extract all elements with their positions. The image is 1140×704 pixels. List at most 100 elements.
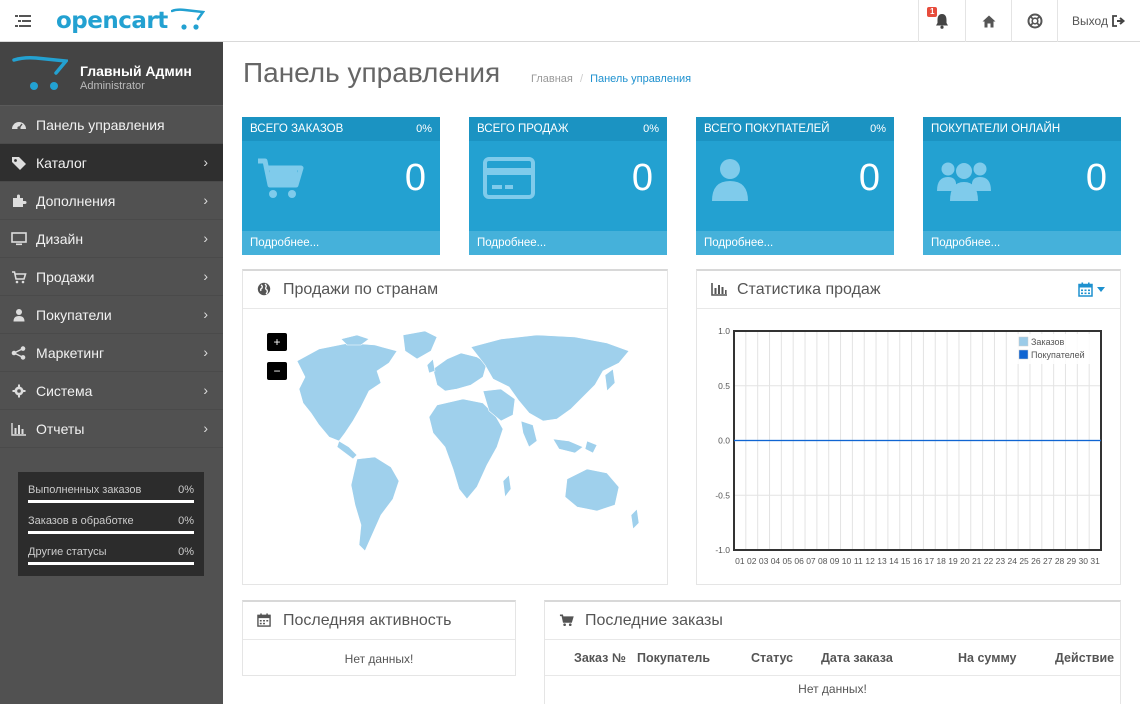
help-button[interactable]	[1011, 0, 1057, 42]
sidebar-item-dashboard[interactable]: Панель управления	[0, 106, 223, 144]
sidebar: Главный Админ Administrator Панель управ…	[0, 42, 223, 704]
legend-label: Заказов	[1031, 337, 1065, 347]
sidebar-item-label: Дизайн	[36, 231, 84, 247]
stat-value: 0%	[178, 546, 194, 558]
logout-button[interactable]: Выход	[1057, 0, 1140, 42]
cart-icon	[258, 158, 304, 198]
stat-value: 0%	[178, 484, 194, 496]
chart-x-tick-label: 25	[1019, 556, 1029, 566]
menu-toggle-button[interactable]	[0, 0, 46, 42]
notifications-button[interactable]: 1	[918, 0, 965, 42]
tile-customers-online: ПОКУПАТЕЛИ ОНЛАЙН 0 Подробнее...	[923, 117, 1121, 255]
world-map[interactable]	[257, 329, 647, 559]
breadcrumb-separator: /	[579, 73, 583, 85]
tile-body: 0	[469, 141, 667, 231]
empty-message: Нет данных!	[344, 652, 414, 666]
puzzle-icon	[13, 194, 27, 207]
chart-x-tick-label: 10	[842, 556, 852, 566]
opencart-logo[interactable]: opencart	[56, 7, 205, 35]
column-header[interactable]: Покупатель	[637, 651, 710, 665]
tile-title: ВСЕГО ЗАКАЗОВ	[250, 123, 344, 135]
panel-header: Последняя активность	[243, 602, 515, 640]
tile-more-link[interactable]: Подробнее...	[469, 231, 667, 255]
panel-header: Статистика продаж	[697, 271, 1120, 309]
chevron-right-icon: ›	[203, 192, 208, 208]
sidebar-item-system[interactable]: Система ›	[0, 372, 223, 410]
tile-header: ПОКУПАТЕЛИ ОНЛАЙН	[923, 117, 1121, 141]
tile-more-link[interactable]: Подробнее...	[242, 231, 440, 255]
chevron-right-icon: ›	[203, 344, 208, 360]
chevron-right-icon: ›	[203, 420, 208, 436]
calendar-icon	[1078, 282, 1093, 297]
stat-other: Другие статусы 0%	[28, 542, 194, 573]
tile-percent: 0%	[416, 123, 432, 135]
menu-toggle-icon	[15, 15, 31, 27]
chart-x-tick-label: 17	[925, 556, 935, 566]
tile-total-orders: ВСЕГО ЗАКАЗОВ 0% 0 Подробнее...	[242, 117, 440, 255]
tile-more-link[interactable]: Подробнее...	[696, 231, 894, 255]
dashboard-icon	[12, 122, 26, 130]
user-icon	[13, 309, 25, 322]
chart-x-tick-label: 01	[735, 556, 745, 566]
chart-x-tick-label: 03	[759, 556, 769, 566]
chart-x-tick-label: 15	[901, 556, 911, 566]
date-range-dropdown[interactable]	[1078, 282, 1105, 297]
chart-x-tick-label: 24	[1007, 556, 1017, 566]
column-header[interactable]: На сумму	[958, 651, 1016, 665]
sidebar-item-label: Каталог	[36, 155, 87, 171]
legend-swatch	[1018, 336, 1029, 347]
tile-header: ВСЕГО ПРОДАЖ 0%	[469, 117, 667, 141]
tile-percent: 0%	[870, 123, 886, 135]
gear-icon	[12, 384, 26, 398]
profile-name: Главный Админ	[80, 63, 192, 79]
users-icon	[937, 162, 991, 201]
chart-x-tick-label: 20	[960, 556, 970, 566]
chevron-right-icon: ›	[203, 268, 208, 284]
sales-chart: 1.00.50.0-0.5-1.001 02 03 04 05 06 07 08 09 10 11 1…	[715, 326, 1102, 566]
sidebar-item-marketing[interactable]: Маркетинг ›	[0, 334, 223, 372]
home-button[interactable]	[965, 0, 1011, 42]
chart-x-tick-label: 26	[1031, 556, 1041, 566]
sign-out-icon	[1112, 15, 1125, 27]
tile-value: 0	[1085, 157, 1107, 199]
bar-chart-icon	[11, 423, 26, 436]
sidebar-item-sales[interactable]: Продажи ›	[0, 258, 223, 296]
chart-x-tick-label: 18	[936, 556, 946, 566]
chart-x-tick-label: 21	[972, 556, 982, 566]
sidebar-item-catalog[interactable]: Каталог ›	[0, 144, 223, 182]
chart-x-tick-label: 23	[996, 556, 1006, 566]
sidebar-item-reports[interactable]: Отчеты ›	[0, 410, 223, 448]
chart-x-tick-label: 06	[794, 556, 804, 566]
tile-header: ВСЕГО ЗАКАЗОВ 0%	[242, 117, 440, 141]
panel-title: Продажи по странам	[283, 281, 439, 298]
sidebar-nav: Панель управления Каталог › Дополнения ›…	[0, 106, 223, 448]
opencart-avatar-icon	[12, 56, 68, 90]
sidebar-item-extensions[interactable]: Дополнения ›	[0, 182, 223, 220]
column-header[interactable]: Дата заказа	[821, 651, 893, 665]
tile-body: 0	[696, 141, 894, 231]
breadcrumb-home[interactable]: Главная	[531, 73, 573, 85]
cart-icon	[559, 614, 574, 626]
user-profile[interactable]: Главный Админ Administrator	[0, 42, 223, 106]
globe-icon	[257, 282, 271, 296]
sidebar-item-label: Покупатели	[36, 307, 112, 323]
chart-x-tick-label: 05	[783, 556, 793, 566]
column-header[interactable]: Заказ №	[574, 651, 626, 665]
chart-x-tick-label: 08	[818, 556, 828, 566]
sidebar-item-label: Панель управления	[36, 117, 165, 133]
column-header[interactable]: Статус	[751, 651, 793, 665]
latest-orders-panel: Последние заказы Заказ № Покупатель Стат…	[544, 600, 1121, 704]
breadcrumb-current[interactable]: Панель управления	[590, 73, 691, 85]
breadcrumb: Главная / Панель управления	[531, 73, 691, 85]
chevron-right-icon: ›	[203, 230, 208, 246]
chevron-right-icon: ›	[203, 306, 208, 322]
sidebar-item-customers[interactable]: Покупатели ›	[0, 296, 223, 334]
chart-x-tick-label: 11	[854, 556, 863, 566]
column-header[interactable]: Действие	[1055, 651, 1114, 665]
legend-swatch	[1018, 349, 1029, 360]
top-header: opencart 1 Выход	[0, 0, 1140, 42]
share-icon	[11, 346, 26, 360]
sidebar-item-design[interactable]: Дизайн ›	[0, 220, 223, 258]
tile-more-link[interactable]: Подробнее...	[923, 231, 1121, 255]
sidebar-item-label: Отчеты	[36, 421, 85, 437]
